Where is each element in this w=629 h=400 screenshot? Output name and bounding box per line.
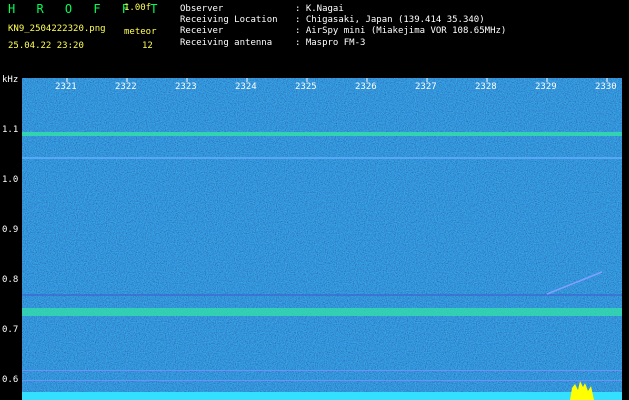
antenna-label: Receiving antenna [180, 38, 273, 48]
x-tick-label: 2330 [595, 82, 617, 92]
y-tick-label: 1.0 [2, 175, 19, 185]
y-tick-label: 0.9 [2, 225, 19, 235]
receiver-value: : AirSpy mini (Miakejima VOR 108.65MHz) [295, 26, 507, 36]
noise-texture [22, 78, 622, 400]
version-label: 1.00f [124, 3, 152, 13]
baseline-bar [22, 392, 622, 400]
signal-line-600 [22, 380, 622, 381]
signal-band-740 [22, 308, 622, 316]
x-tick-label: 2328 [475, 82, 497, 92]
y-tick-label: 0.6 [2, 375, 19, 385]
y-tick-label: 0.8 [2, 275, 19, 285]
location-label: Receiving Location [180, 15, 278, 25]
datetime-label: 25.04.22 23:20 [8, 41, 84, 51]
x-tick-label: 2329 [535, 82, 557, 92]
y-tick-label: 1.1 [2, 125, 19, 135]
x-tick-label: 2326 [355, 82, 377, 92]
signal-band-1050 [22, 157, 622, 159]
x-tick-label: 2322 [115, 82, 137, 92]
x-tick-label: 2324 [235, 82, 257, 92]
x-tick-label: 2321 [55, 82, 77, 92]
observer-value: : K.Nagai [295, 4, 344, 14]
x-tick-label: 2325 [295, 82, 317, 92]
signal-line-620 [22, 370, 622, 371]
signal-band-1100 [22, 132, 622, 136]
y-unit-label: kHz [2, 75, 19, 85]
location-value: : Chigasaki, Japan (139.414 35.340) [295, 15, 485, 25]
meteor-count: 12 [142, 41, 153, 51]
x-tick-label: 2323 [175, 82, 197, 92]
spectrogram-canvas: 2321 2322 2323 2324 2325 2326 2327 2328 2329 2330 [22, 78, 622, 400]
signal-band-775 [22, 294, 622, 296]
y-tick-label: 0.7 [2, 325, 19, 335]
antenna-value: : Maspro FM-3 [295, 38, 366, 48]
spectrogram: 2321 2322 2323 2324 2325 2326 2327 2328 2329 2330 [22, 78, 622, 400]
x-tick-label: 2327 [415, 82, 437, 92]
filename-label: KN9_2504222320.png [8, 24, 106, 34]
receiver-label: Receiver [180, 26, 224, 36]
observer-label: Observer [180, 4, 224, 14]
meteor-label: meteor [124, 27, 157, 37]
